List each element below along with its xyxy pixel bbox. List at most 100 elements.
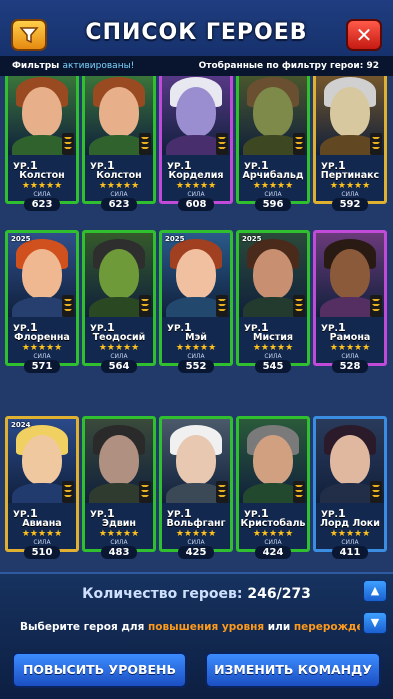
star-rating: ★★★★★ [175,181,217,191]
rank-chevron-icon [216,133,228,155]
hero-face [99,87,139,137]
star-rating: ★★★★★ [98,343,140,353]
hero-card[interactable]: УР.1 Теодосий ★★★★★ СИЛА 564 [82,230,156,373]
page-title: СПИСОК ГЕРОЕВ [85,20,308,45]
hero-power: 623 [24,198,60,211]
hero-power: 564 [101,360,137,373]
arrow-up-icon: ▲ [370,584,380,597]
hero-card[interactable]: УР.1 Вольфганг ★★★★★ СИЛА 425 [159,416,233,559]
event-badge: 2025 [165,235,185,243]
hero-power: 425 [178,546,214,559]
hero-portrait [239,419,307,503]
star-rating: ★★★★★ [329,529,371,539]
star-rating: ★★★★★ [252,181,294,191]
rank-chevron-icon [216,295,228,317]
filters-status: Фильтры активированы! [12,61,135,71]
hero-name: Флоренна [14,332,70,343]
hero-name: Эдвин [102,518,136,529]
filter-button[interactable] [11,19,47,51]
rank-chevron-icon [370,481,382,503]
hero-portrait: 2025 [162,233,230,317]
hero-face [176,435,216,485]
scroll-down-button[interactable]: ▼ [363,612,387,634]
hero-card[interactable]: 2025 УР.1 Мэй ★★★★★ СИЛА 552 [159,230,233,373]
filtered-count: Отобранные по фильтру герои: 92 [198,61,379,71]
hero-power: 483 [101,546,137,559]
hero-name: Арчибальд [242,170,304,181]
hero-power: 552 [178,360,214,373]
hero-card[interactable]: 2024 УР.1 Авиана ★★★★★ СИЛА 510 [5,416,79,559]
hero-portrait [85,233,153,317]
hero-card[interactable]: УР.1 Арчибальд ★★★★★ СИЛА 596 [236,76,310,211]
hero-portrait: 2024 [8,419,76,503]
hero-portrait: 2025 [239,233,307,317]
hero-power: 571 [24,360,60,373]
event-badge: 2024 [11,421,31,429]
hero-card[interactable]: УР.1 Рамона ★★★★★ СИЛА 528 [313,230,387,373]
hero-name: Лорд Локи [320,518,380,529]
hero-card[interactable]: УР.1 Кристобаль ★★★★★ СИЛА 424 [236,416,310,559]
hero-card[interactable]: УР.1 Колстон ★★★★★ СИЛА 623 [5,76,79,211]
hero-power: 608 [178,198,214,211]
rank-chevron-icon [139,481,151,503]
close-button[interactable]: ✕ [346,19,382,51]
star-rating: ★★★★★ [21,181,63,191]
hero-portrait [162,76,230,155]
hero-grid[interactable]: УР.1 Колстон ★★★★★ СИЛА 623 УР.1 Колстон ★★★★★ С… [0,76,393,572]
star-rating: ★★★★★ [21,343,63,353]
hero-power: 623 [101,198,137,211]
hero-card[interactable]: УР.1 Колстон ★★★★★ СИЛА 623 [82,76,156,211]
hero-portrait [85,76,153,155]
rank-chevron-icon [370,295,382,317]
hero-name: Колстон [19,170,65,181]
hero-power: 592 [332,198,368,211]
scroll-up-button[interactable]: ▲ [363,580,387,602]
hero-count: Количество героев: 246/273 [82,586,311,602]
bottom-panel: Количество героев: 246/273 Выберите геро… [0,572,393,699]
rank-chevron-icon [293,295,305,317]
hero-card[interactable]: УР.1 Пертинакс ★★★★★ СИЛА 592 [313,76,387,211]
hero-card[interactable]: УР.1 Корделия ★★★★★ СИЛА 608 [159,76,233,211]
hero-name: Мистия [252,332,293,343]
star-rating: ★★★★★ [98,529,140,539]
hero-name: Корделия [168,170,224,181]
hero-card[interactable]: УР.1 Лорд Локи ★★★★★ СИЛА 411 [313,416,387,559]
star-rating: ★★★★★ [252,343,294,353]
hero-name: Рамона [329,332,371,343]
rank-chevron-icon [216,481,228,503]
change-team-button[interactable]: ИЗМЕНИТЬ КОМАНДУ [205,652,381,688]
hero-portrait [316,233,384,317]
hero-name: Колстон [96,170,142,181]
hero-card[interactable]: 2025 УР.1 Флоренна ★★★★★ СИЛА 571 [5,230,79,373]
star-rating: ★★★★★ [98,181,140,191]
hero-power: 596 [255,198,291,211]
rank-chevron-icon [62,481,74,503]
rank-chevron-icon [370,133,382,155]
star-rating: ★★★★★ [21,529,63,539]
rank-chevron-icon [62,133,74,155]
hero-face [99,249,139,299]
hero-card[interactable]: УР.1 Эдвин ★★★★★ СИЛА 483 [82,416,156,559]
hero-face [176,87,216,137]
hint-text: Выберите героя для повышения уровня или … [20,621,360,633]
hero-portrait [162,419,230,503]
hero-face [99,435,139,485]
event-badge: 2025 [11,235,31,243]
hero-power: 510 [24,546,60,559]
arrow-down-icon: ▼ [370,616,380,629]
star-rating: ★★★★★ [329,343,371,353]
level-up-button[interactable]: ПОВЫСИТЬ УРОВЕНЬ [12,652,187,688]
hero-power: 545 [255,360,291,373]
rank-chevron-icon [293,481,305,503]
hero-name: Вольфганг [166,518,226,529]
hero-power: 424 [255,546,291,559]
filter-status-bar: Фильтры активированы! Отобранные по филь… [0,56,393,76]
hero-name: Теодосий [92,332,146,343]
hero-portrait: 2025 [8,233,76,317]
star-rating: ★★★★★ [175,343,217,353]
rank-chevron-icon [62,295,74,317]
hero-card[interactable]: 2025 УР.1 Мистия ★★★★★ СИЛА 545 [236,230,310,373]
event-badge: 2025 [242,235,262,243]
hero-portrait [239,76,307,155]
hero-face [253,87,293,137]
